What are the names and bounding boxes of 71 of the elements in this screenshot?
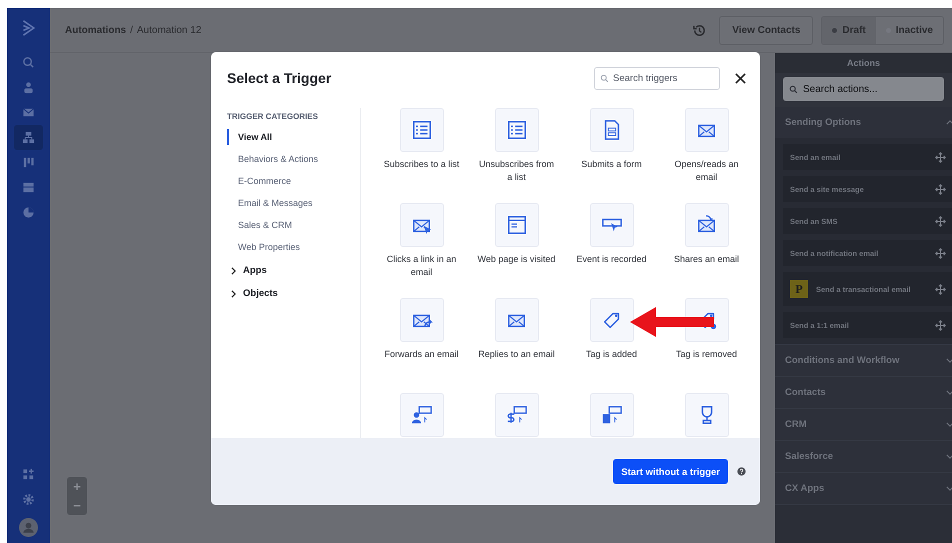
logo-icon[interactable]: [20, 18, 36, 38]
search-icon[interactable]: [22, 56, 35, 69]
close-icon[interactable]: [735, 72, 746, 84]
search-field[interactable]: Search triggers: [594, 66, 720, 90]
sitemap-icon[interactable]: [22, 131, 35, 144]
chevron-right-icon[interactable]: [231, 290, 236, 298]
person-card-icon[interactable]: [400, 393, 444, 437]
category-group[interactable]: Apps: [231, 265, 267, 276]
move-icon[interactable]: [935, 284, 946, 294]
categories-heading: TRIGGER CATEGORIES: [227, 112, 318, 121]
trigger-label[interactable]: Tag is added: [570, 348, 652, 362]
category-group[interactable]: Objects: [231, 288, 278, 299]
category-link[interactable]: Web Properties: [227, 239, 300, 255]
trigger-label[interactable]: Web page is visited: [476, 253, 558, 266]
settings-icon[interactable]: [22, 493, 35, 506]
move-icon[interactable]: [935, 152, 946, 162]
cursor-icon[interactable]: [590, 203, 634, 247]
help-icon[interactable]: [737, 467, 746, 476]
dollar-card-icon[interactable]: [494, 393, 538, 437]
move-icon[interactable]: [935, 216, 946, 226]
chevron-down-icon[interactable]: [946, 422, 952, 427]
dialog-title: Select a Trigger: [227, 70, 332, 86]
breadcrumb-separator: /: [130, 24, 133, 36]
trigger-label[interactable]: Unsubscribes from a list: [476, 158, 558, 184]
search-field[interactable]: Search actions...: [783, 77, 944, 101]
trigger-label[interactable]: Subscribes to a list: [380, 158, 462, 172]
trigger-label[interactable]: Forwards an email: [380, 348, 462, 362]
chevron-up-icon[interactable]: [946, 120, 952, 125]
building-card-icon[interactable]: [590, 393, 634, 437]
list-icon[interactable]: [494, 108, 538, 152]
trigger-label[interactable]: Event is recorded: [570, 253, 652, 266]
trigger-label[interactable]: Clicks a link in an email: [380, 253, 462, 280]
person-icon[interactable]: [22, 81, 35, 94]
trigger-label[interactable]: Opens/reads an email: [666, 158, 748, 184]
trigger-label[interactable]: Replies to an email: [476, 348, 558, 362]
pie-chart-icon[interactable]: [22, 206, 35, 219]
move-icon[interactable]: [935, 248, 946, 258]
category-link[interactable]: E-Commerce: [227, 173, 292, 189]
chevron-down-icon[interactable]: [946, 454, 952, 459]
tag-icon[interactable]: [590, 298, 634, 342]
category-link[interactable]: View All: [227, 129, 272, 145]
category-link[interactable]: Behaviors & Actions: [227, 151, 318, 167]
p-badge: P: [790, 280, 808, 298]
breadcrumb-current: Automation 12: [136, 24, 202, 36]
apps-add-icon[interactable]: [22, 468, 35, 481]
form-icon[interactable]: [590, 108, 634, 152]
envelope-reply-icon[interactable]: [494, 298, 538, 342]
envelope-share-icon[interactable]: [684, 203, 728, 247]
move-icon[interactable]: [935, 320, 946, 330]
trigger-label[interactable]: Submits a form: [570, 158, 652, 172]
category-link[interactable]: Email & Messages: [227, 195, 313, 211]
chevron-down-icon[interactable]: [946, 486, 952, 491]
trophy-icon[interactable]: [684, 393, 728, 437]
layout-icon[interactable]: [22, 181, 35, 194]
history-icon[interactable]: [692, 22, 708, 38]
start-without-trigger-button[interactable]: Start without a trigger: [613, 459, 728, 484]
trigger-label[interactable]: Shares an email: [666, 253, 748, 266]
chevron-down-icon[interactable]: [946, 390, 952, 395]
checklist-icon[interactable]: [400, 108, 444, 152]
envelope-icon[interactable]: [22, 106, 35, 119]
envelope-forward-icon[interactable]: [400, 298, 444, 342]
columns-icon[interactable]: [22, 156, 35, 169]
open-envelope-icon[interactable]: [684, 108, 728, 152]
chevron-down-icon[interactable]: [946, 358, 952, 363]
envelope-cursor-icon[interactable]: [400, 203, 444, 247]
avatar-icon[interactable]: [19, 518, 38, 537]
chevron-right-icon[interactable]: [231, 266, 236, 274]
move-icon[interactable]: [935, 184, 946, 194]
category-link[interactable]: Sales & CRM: [227, 217, 292, 233]
trigger-label[interactable]: Tag is removed: [666, 348, 748, 362]
webpage-icon[interactable]: [494, 203, 538, 247]
